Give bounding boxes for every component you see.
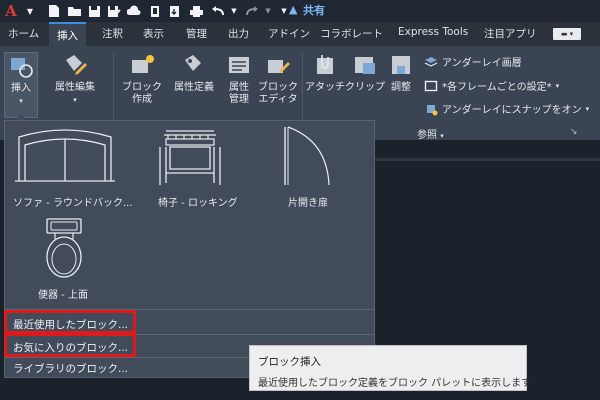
clip-label: クリップ <box>345 82 385 93</box>
tab-addins[interactable]: アドイン <box>268 26 310 41</box>
attach-label: アタッチ <box>305 82 345 93</box>
tooltip-title: ブロック挿入 <box>258 356 321 368</box>
clip-icon <box>355 57 375 74</box>
create-block-label-line1: ブロック <box>122 82 162 93</box>
ribbon-separator <box>113 52 114 122</box>
ribbon-separator <box>302 52 303 122</box>
library-blocks-menu-item[interactable]: ライブラリのブロック... <box>13 361 128 376</box>
share-button[interactable]: 共有 <box>303 2 325 18</box>
sofa-icon <box>15 129 115 182</box>
frames-setting-label: *各フレームごとの設定* <box>442 82 552 93</box>
block-label-sofa: ソファ - ラウンドバック... <box>13 198 133 209</box>
adjust-button[interactable]: 調整 <box>386 52 416 112</box>
toilet-icon <box>46 218 82 278</box>
block-editor-button[interactable]: ブロック エディタ <box>258 52 298 118</box>
block-thumbnail-single-door[interactable] <box>277 125 337 191</box>
highlight-favorite-blocks <box>4 333 136 357</box>
new-file-icon[interactable] <box>46 3 62 19</box>
rocking-chair-icon <box>159 130 221 185</box>
underlay-layers-icon <box>424 56 438 67</box>
clip-button[interactable]: クリップ <box>345 52 385 112</box>
cloud-save-icon[interactable] <box>126 3 142 19</box>
adjust-icon <box>392 56 410 74</box>
plot-printer-icon[interactable] <box>188 3 204 19</box>
block-thumbnail-toilet[interactable] <box>41 217 87 283</box>
insert-block-button[interactable]: 挿入 ▾ <box>4 52 38 118</box>
ribbon-minimize-dropdown-icon[interactable]: ▬ ▾ <box>553 28 581 40</box>
tooltip: ブロック挿入 最近使用したブロック定義をブロック パレットに表示します <box>249 345 531 391</box>
share-icon[interactable]: ▲ <box>289 3 297 16</box>
redo-dropdown-chevron-icon[interactable]: ▼ <box>260 3 276 19</box>
edit-attribute-chevron-icon: ▾ <box>73 96 77 104</box>
block-editor-label-line1: ブロック <box>258 82 298 93</box>
tab-home[interactable]: ホーム <box>8 26 39 41</box>
snap-to-underlay-chevron-icon: ▾ <box>585 104 590 113</box>
tab-insert[interactable]: 挿入 <box>49 22 86 46</box>
redo-icon[interactable] <box>244 3 260 19</box>
define-attributes-button[interactable]: 属性定義 <box>170 52 218 112</box>
app-logo-icon[interactable]: A <box>2 1 20 20</box>
save-icon[interactable] <box>86 3 102 19</box>
tab-manage[interactable]: 管理 <box>186 26 207 41</box>
undo-icon[interactable] <box>210 3 226 19</box>
tab-annotate[interactable]: 注釈 <box>102 26 123 41</box>
highlight-recent-blocks <box>4 310 136 334</box>
snap-icon <box>427 104 438 115</box>
open-folder-icon[interactable] <box>66 3 82 19</box>
reference-panel-launcher-icon[interactable]: ↘ <box>570 127 578 137</box>
manage-attributes-label-line1: 属性 <box>229 82 249 93</box>
tab-output[interactable]: 出力 <box>228 26 249 41</box>
manage-attributes-icon <box>229 57 249 73</box>
attach-button[interactable]: アタッチ <box>305 52 345 112</box>
insert-block-icon <box>11 58 33 78</box>
snap-to-underlay-dropdown[interactable]: アンダーレイにスナップをオン ▾ <box>424 101 589 116</box>
define-attributes-icon <box>185 55 201 71</box>
block-editor-icon <box>268 60 290 73</box>
attach-paperclip-icon <box>317 55 333 74</box>
block-label-single-door: 片開き扉 <box>288 198 328 209</box>
save-as-icon[interactable] <box>106 3 122 19</box>
manage-attributes-label-line2: 管理 <box>229 94 249 105</box>
reference-panel-chevron-icon: ▾ <box>440 132 444 140</box>
block-thumbnail-rocking-chair[interactable] <box>150 125 230 195</box>
quick-access-toolbar: A ▼ ▼ ▼ ▼ ▲ 共有 <box>0 0 600 22</box>
underlay-layers-label: アンダーレイ画層 <box>442 58 522 69</box>
tab-collaborate[interactable]: コラボレート <box>320 26 383 41</box>
edit-attribute-label: 属性編集 <box>55 82 95 93</box>
edit-attribute-button[interactable]: 属性編集 ▾ <box>50 52 100 112</box>
tab-view[interactable]: 表示 <box>143 26 164 41</box>
manage-attributes-button[interactable]: 属性 管理 <box>222 52 256 118</box>
file-tab-strip <box>375 158 600 161</box>
frame-icon <box>424 80 438 91</box>
underlay-layers-button[interactable]: アンダーレイ画層 <box>424 54 522 69</box>
create-block-label-line2: 作成 <box>132 94 152 105</box>
tooltip-body: 最近使用したブロック定義をブロック パレットに表示します <box>258 378 532 389</box>
undo-dropdown-chevron-icon[interactable]: ▼ <box>226 3 242 19</box>
block-label-toilet: 便器 - 上面 <box>38 290 88 301</box>
frames-setting-dropdown[interactable]: *各フレームごとの設定* ▾ <box>424 78 559 93</box>
block-label-rocking-chair: 椅子 - ロッキング <box>158 198 238 209</box>
import-icon[interactable] <box>166 3 182 19</box>
frames-setting-chevron-icon: ▾ <box>555 81 560 90</box>
adjust-label: 調整 <box>391 82 411 93</box>
web-mobile-icon[interactable] <box>146 3 162 19</box>
define-attributes-label: 属性定義 <box>174 82 214 93</box>
insert-dropdown-chevron-icon: ▾ <box>19 97 23 105</box>
tab-express-tools[interactable]: Express Tools <box>398 26 468 38</box>
reference-panel-title[interactable]: 参照 ▾ <box>417 126 444 141</box>
create-block-icon <box>132 55 154 73</box>
tab-featured-apps[interactable]: 注目アプリ <box>484 26 537 41</box>
block-thumbnail-sofa[interactable] <box>13 125 117 195</box>
snap-to-underlay-label: アンダーレイにスナップをオン <box>442 105 582 116</box>
single-door-icon <box>284 126 330 186</box>
block-editor-label-line2: エディタ <box>258 94 298 105</box>
create-block-button[interactable]: ブロック 作成 <box>120 52 164 118</box>
ribbon-tab-bar: ホーム 挿入 注釈 表示 管理 出力 アドイン コラボレート Express T… <box>0 22 600 46</box>
app-menu-chevron-icon[interactable]: ▼ <box>22 3 38 19</box>
edit-attribute-icon <box>66 55 87 75</box>
insert-block-label: 挿入 <box>11 83 31 94</box>
